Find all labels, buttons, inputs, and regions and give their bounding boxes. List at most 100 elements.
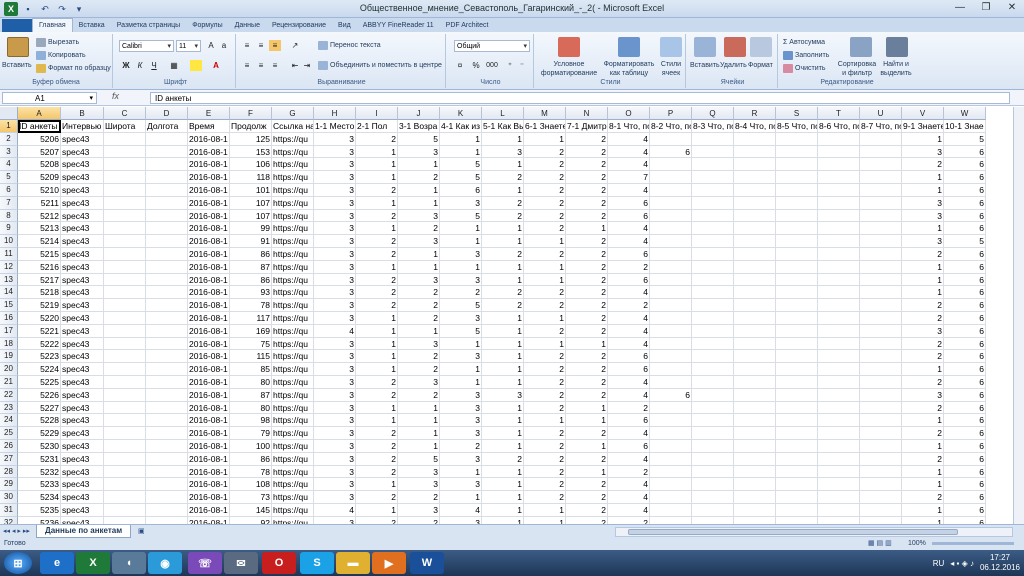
table-cell[interactable]: 86 xyxy=(230,248,272,261)
fill-color-icon[interactable] xyxy=(190,60,202,71)
row-header[interactable]: 25 xyxy=(0,427,18,440)
table-cell[interactable] xyxy=(692,337,734,351)
table-cell[interactable] xyxy=(146,440,188,453)
table-cell[interactable] xyxy=(818,350,860,364)
row-header[interactable]: 18 xyxy=(0,337,18,351)
column-header[interactable]: S xyxy=(776,107,818,120)
table-cell[interactable] xyxy=(860,260,902,274)
row-header[interactable]: 26 xyxy=(0,440,18,453)
table-cell[interactable] xyxy=(650,478,692,492)
table-cell[interactable]: 2 xyxy=(356,376,398,389)
row-header[interactable]: 22 xyxy=(0,388,18,402)
table-cell[interactable]: 6 xyxy=(944,350,986,364)
table-cell[interactable]: 2016-08-1 xyxy=(188,440,230,453)
table-cell[interactable]: 1 xyxy=(902,504,944,517)
table-cell[interactable]: 2 xyxy=(566,209,608,223)
table-cell[interactable]: 115 xyxy=(230,350,272,364)
table-cell[interactable]: 2 xyxy=(356,299,398,312)
insert-cells-icon[interactable] xyxy=(694,37,716,57)
table-cell[interactable] xyxy=(650,376,692,389)
table-cell[interactable]: 2016-08-1 xyxy=(188,504,230,517)
table-cell[interactable]: 6 xyxy=(944,465,986,479)
table-cell[interactable]: 5220 xyxy=(18,312,61,325)
table-cell[interactable] xyxy=(146,171,188,184)
table-cell[interactable] xyxy=(146,363,188,376)
table-cell[interactable]: 99 xyxy=(230,222,272,236)
table-cell[interactable] xyxy=(104,312,146,325)
formula-input[interactable]: ID анкеты xyxy=(150,92,1010,104)
table-cell[interactable]: https://qu xyxy=(272,350,314,364)
file-tab[interactable] xyxy=(2,19,32,32)
media-player-icon[interactable]: ▶ xyxy=(372,552,406,574)
table-cell[interactable] xyxy=(104,465,146,479)
row-header[interactable]: 16 xyxy=(0,312,18,325)
table-cell[interactable] xyxy=(776,401,818,415)
table-cell[interactable]: 2 xyxy=(566,286,608,300)
table-cell[interactable]: 3 xyxy=(314,158,356,172)
table-cell[interactable]: 3 xyxy=(398,209,440,223)
header-cell[interactable]: Интервью xyxy=(61,120,104,133)
table-cell[interactable]: 5234 xyxy=(18,491,61,504)
row-header[interactable]: 30 xyxy=(0,491,18,504)
table-cell[interactable]: spec43 xyxy=(61,324,104,338)
table-cell[interactable]: 2 xyxy=(566,452,608,466)
header-cell[interactable]: Ссылка на xyxy=(272,120,314,133)
align-top-icon[interactable]: ≡ xyxy=(241,40,253,51)
format-cells-button[interactable]: Формат xyxy=(748,60,773,71)
table-cell[interactable]: 6 xyxy=(944,388,986,402)
borders-icon[interactable]: ▦ xyxy=(168,60,180,71)
table-cell[interactable]: 2 xyxy=(524,158,566,172)
table-cell[interactable]: 2016-08-1 xyxy=(188,337,230,351)
table-cell[interactable] xyxy=(146,248,188,261)
table-cell[interactable] xyxy=(734,350,776,364)
table-cell[interactable]: 2 xyxy=(482,286,524,300)
table-cell[interactable] xyxy=(818,209,860,223)
table-cell[interactable]: 5211 xyxy=(18,196,61,210)
table-cell[interactable] xyxy=(692,350,734,364)
table-cell[interactable]: 4 xyxy=(608,491,650,504)
table-cell[interactable]: 2016-08-1 xyxy=(188,312,230,325)
table-cell[interactable]: 4 xyxy=(314,324,356,338)
table-cell[interactable]: 2 xyxy=(566,376,608,389)
table-cell[interactable]: 1 xyxy=(482,312,524,325)
table-cell[interactable]: 5232 xyxy=(18,465,61,479)
table-cell[interactable]: 3 xyxy=(398,145,440,159)
table-cell[interactable]: 5213 xyxy=(18,222,61,236)
header-cell[interactable]: 1-1 Место xyxy=(314,120,356,133)
table-cell[interactable] xyxy=(734,196,776,210)
table-cell[interactable] xyxy=(818,388,860,402)
table-cell[interactable]: 2016-08-1 xyxy=(188,196,230,210)
table-cell[interactable] xyxy=(650,132,692,146)
table-cell[interactable]: 2 xyxy=(356,248,398,261)
table-cell[interactable]: 3 xyxy=(314,465,356,479)
table-cell[interactable]: 1 xyxy=(440,376,482,389)
table-cell[interactable]: 4 xyxy=(608,388,650,402)
table-cell[interactable]: 3 xyxy=(398,478,440,492)
table-cell[interactable]: spec43 xyxy=(61,440,104,453)
table-cell[interactable]: 2 xyxy=(608,260,650,274)
row-header[interactable]: 11 xyxy=(0,248,18,261)
table-cell[interactable]: 5219 xyxy=(18,299,61,312)
table-cell[interactable] xyxy=(818,504,860,517)
table-cell[interactable] xyxy=(818,363,860,376)
format-painter-button[interactable]: Формат по образцу xyxy=(36,63,111,74)
table-cell[interactable]: 3 xyxy=(398,465,440,479)
row-header[interactable]: 4 xyxy=(0,158,18,172)
table-cell[interactable]: 6 xyxy=(944,440,986,453)
table-cell[interactable]: 6 xyxy=(944,196,986,210)
table-cell[interactable] xyxy=(146,401,188,415)
table-cell[interactable]: 3 xyxy=(314,312,356,325)
mail-icon[interactable]: ✉ xyxy=(224,552,258,574)
font-color-icon[interactable]: A xyxy=(210,60,222,71)
table-cell[interactable] xyxy=(776,260,818,274)
table-cell[interactable]: 5208 xyxy=(18,158,61,172)
table-cell[interactable] xyxy=(692,248,734,261)
table-cell[interactable]: 3 xyxy=(902,388,944,402)
table-cell[interactable]: 3 xyxy=(902,196,944,210)
table-cell[interactable]: 2 xyxy=(524,286,566,300)
table-cell[interactable]: 6 xyxy=(608,414,650,428)
row-header[interactable]: 15 xyxy=(0,299,18,312)
table-cell[interactable] xyxy=(146,504,188,517)
table-cell[interactable]: 4 xyxy=(608,286,650,300)
table-cell[interactable]: 1 xyxy=(902,273,944,287)
